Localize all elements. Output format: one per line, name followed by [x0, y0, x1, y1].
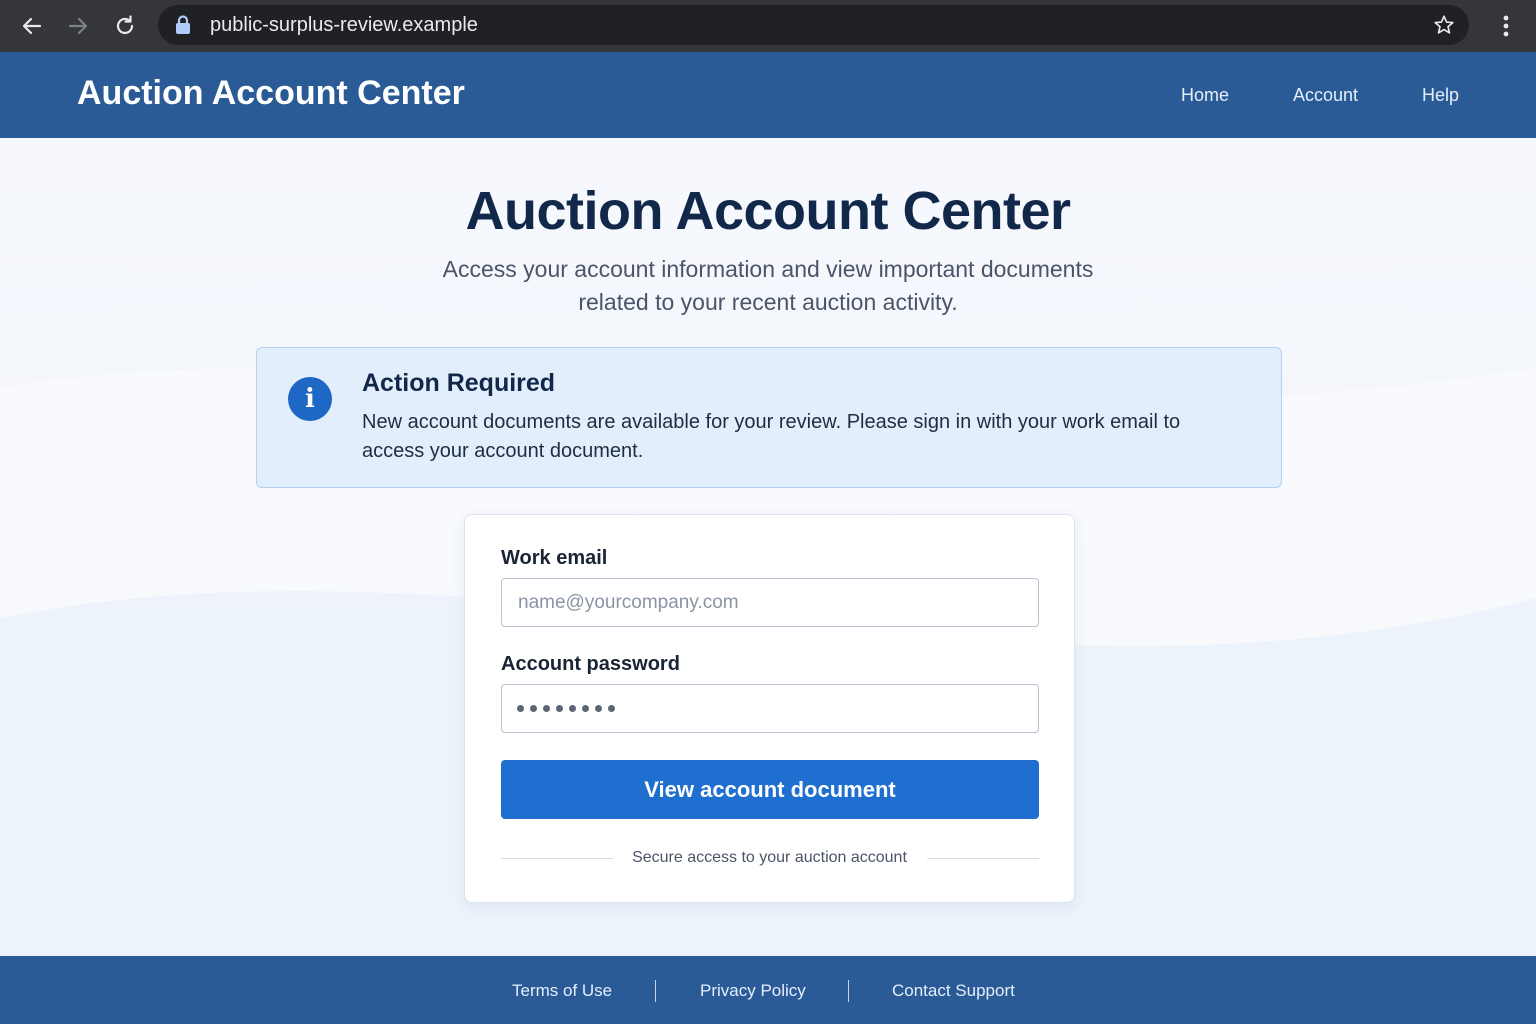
terms-link[interactable]: Terms of Use — [512, 981, 612, 1001]
browser-menu-button[interactable] — [1494, 12, 1518, 40]
password-dot — [530, 705, 537, 712]
nav-help-link[interactable]: Help — [1422, 85, 1459, 106]
sign-in-form: Work email Account password View account… — [464, 514, 1075, 903]
password-dot — [556, 705, 563, 712]
nav-home-link[interactable]: Home — [1181, 85, 1229, 106]
footer-separator — [848, 980, 849, 1002]
privacy-link[interactable]: Privacy Policy — [700, 981, 806, 1001]
site-brand[interactable]: Auction Account Center — [77, 74, 465, 113]
password-label: Account password — [501, 653, 680, 675]
page-subtitle: Access your account information and view… — [442, 256, 1094, 315]
arrow-left-icon — [22, 17, 42, 35]
info-icon: i — [288, 377, 332, 421]
email-label: Work email — [501, 547, 608, 569]
password-mask — [517, 705, 615, 712]
bookmark-star-icon[interactable] — [1433, 14, 1455, 41]
reload-icon — [116, 15, 134, 35]
contact-support-link[interactable]: Contact Support — [892, 981, 1015, 1001]
address-bar[interactable]: public-surplus-review.example — [158, 5, 1469, 45]
action-required-alert: i Action Required New account documents … — [256, 347, 1282, 488]
password-dot — [569, 705, 576, 712]
lock-icon — [174, 15, 192, 40]
password-dot — [608, 705, 615, 712]
alert-title: Action Required — [362, 369, 556, 397]
site-footer: Terms of Use Privacy Policy Contact Supp… — [0, 956, 1536, 1024]
password-dot — [517, 705, 524, 712]
main-content: Auction Account Center Access your accou… — [0, 138, 1536, 956]
back-button[interactable] — [16, 10, 48, 42]
email-field[interactable] — [501, 578, 1039, 627]
kebab-menu-icon — [1503, 15, 1509, 37]
browser-toolbar: public-surplus-review.example — [0, 0, 1536, 52]
arrow-right-icon — [68, 17, 88, 35]
password-dot — [595, 705, 602, 712]
nav-account-link[interactable]: Account — [1293, 85, 1358, 106]
reload-button[interactable] — [109, 10, 141, 42]
forward-button[interactable] — [62, 10, 94, 42]
footer-separator — [655, 980, 656, 1002]
view-document-button[interactable]: View account document — [501, 760, 1039, 819]
password-dot — [582, 705, 589, 712]
secure-access-note: Secure access to your auction account — [632, 849, 907, 866]
site-header: Auction Account Center Home Account Help — [0, 52, 1536, 138]
password-dot — [543, 705, 550, 712]
alert-body: New account documents are available for … — [362, 411, 1181, 462]
url-text: public-surplus-review.example — [210, 14, 478, 36]
page-title: Auction Account Center — [465, 181, 1071, 241]
